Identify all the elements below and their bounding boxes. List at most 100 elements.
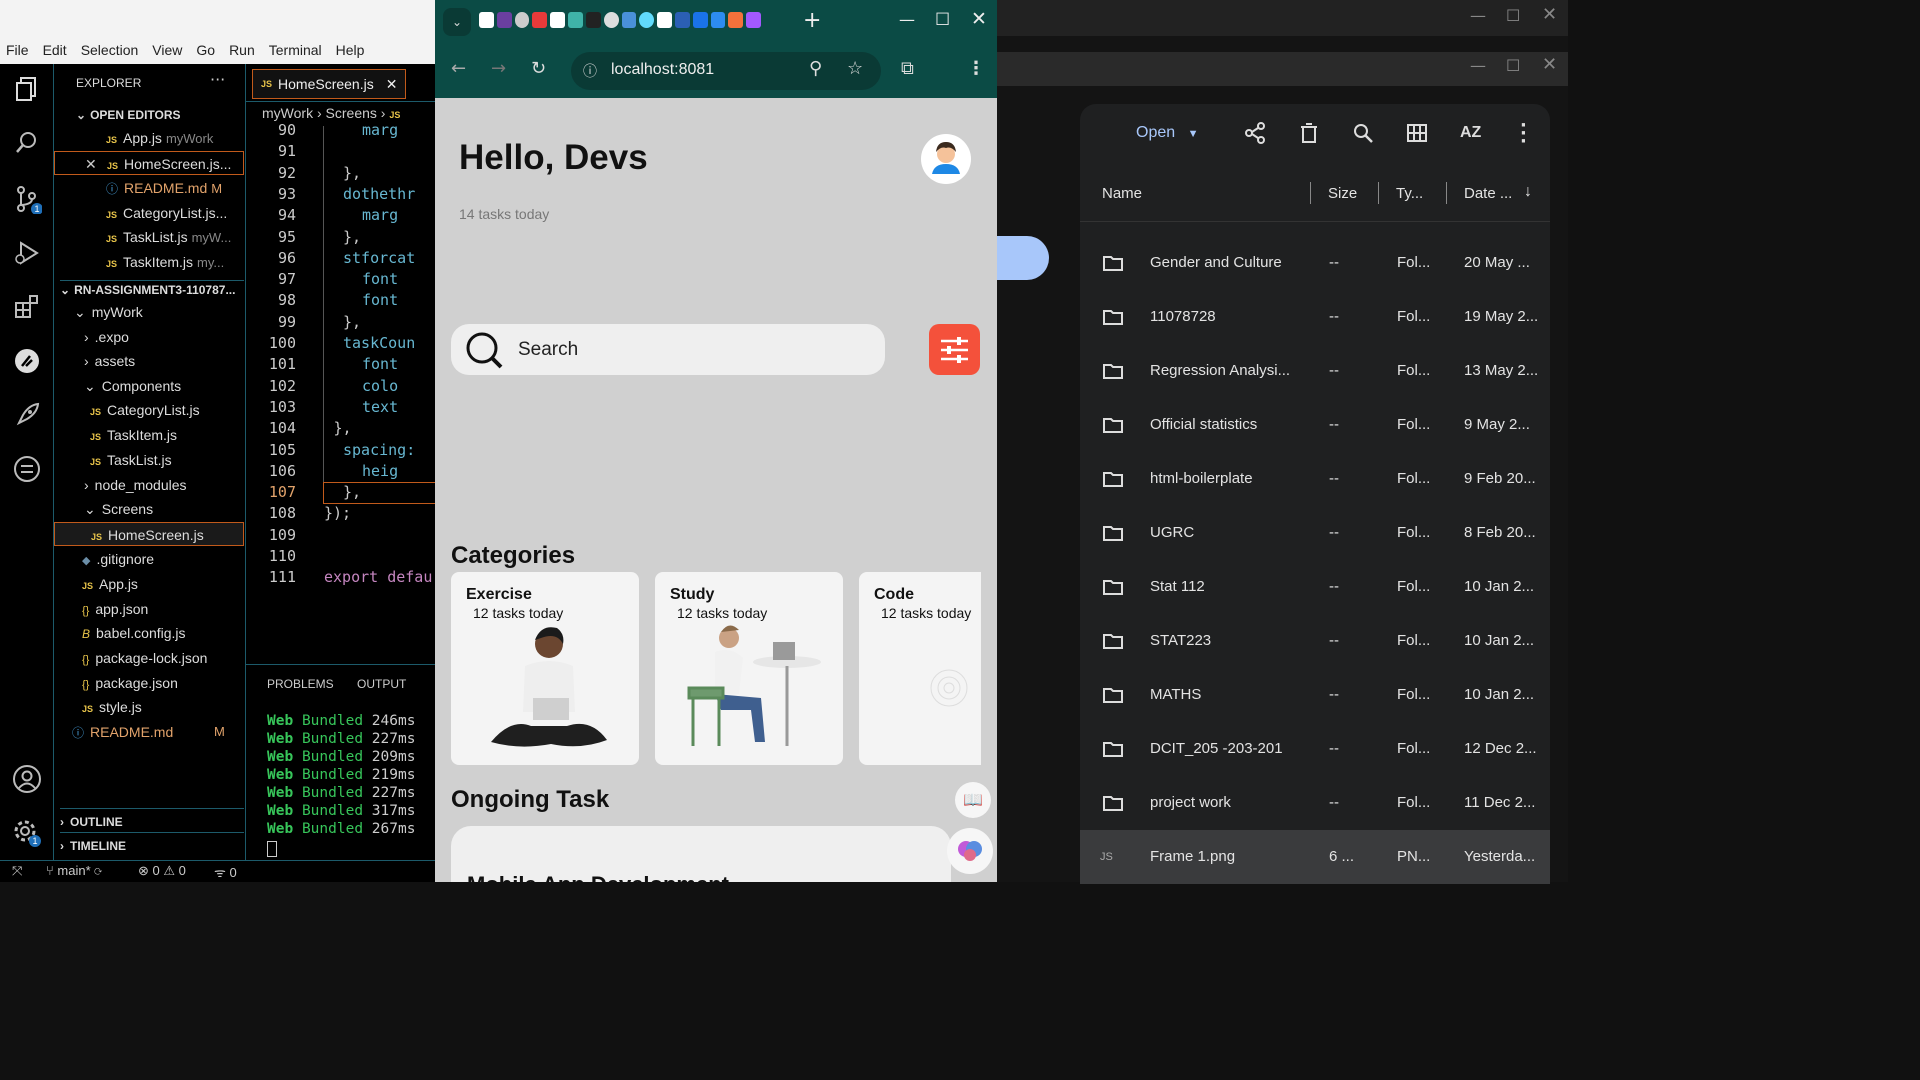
tab-favicon-icon[interactable] [746, 12, 761, 28]
tab-favicon-icon[interactable] [639, 12, 655, 28]
tab-search-icon[interactable]: ⌄ [443, 8, 471, 36]
search-input[interactable]: Search [518, 339, 578, 361]
settings-gear-icon[interactable]: 1 [10, 816, 44, 850]
close-icon[interactable]: ✕ [85, 152, 97, 174]
close-icon[interactable]: ✕ [1542, 4, 1557, 25]
project-header[interactable]: ⌄ RN-ASSIGNMENT3-110787... [60, 280, 244, 297]
menu-edit[interactable]: Edit [43, 42, 67, 58]
open-editor-item[interactable]: ⓘ README.md M [54, 176, 244, 200]
ports-status[interactable]: ᯤ 0 [214, 863, 237, 881]
search-bar[interactable]: Search [451, 324, 885, 375]
branch-status[interactable]: ⑂ main* ⟳ [46, 863, 102, 878]
menu-file[interactable]: File [6, 42, 29, 58]
ai-assistant-button[interactable] [947, 828, 993, 874]
folder-assets[interactable]: › assets [54, 349, 244, 373]
open-editor-item[interactable]: JS CategoryList.js... [54, 201, 244, 225]
folder-node-modules[interactable]: › node_modules [54, 473, 244, 497]
breadcrumb-item[interactable]: Screens [326, 105, 377, 121]
file-tasklist[interactable]: JS TaskList.js [54, 448, 244, 472]
grid-view-icon[interactable] [1406, 122, 1428, 148]
open-editors-header[interactable]: ⌄ OPEN EDITORS [76, 108, 181, 122]
file-gitignore[interactable]: ◆ .gitignore [54, 547, 244, 571]
tab-homescreen[interactable]: JS HomeScreen.js ✕ [252, 69, 406, 99]
delete-icon[interactable] [1298, 122, 1320, 148]
file-babel[interactable]: Bbabel.config.js [54, 621, 244, 645]
timeline-header[interactable]: › TIMELINE [60, 832, 244, 853]
tab-favicon-icon[interactable] [674, 12, 690, 28]
share-icon[interactable] [1244, 122, 1266, 148]
open-editor-item[interactable]: JS App.js myWork [54, 126, 244, 150]
file-homescreen-active[interactable]: JS HomeScreen.js [54, 522, 244, 546]
folder-row[interactable]: DCIT_205 -203-201 -- Fol... 12 Dec 2... [1080, 722, 1550, 776]
col-type[interactable]: Ty... [1396, 185, 1423, 202]
tab-problems[interactable]: PROBLEMS [267, 677, 334, 691]
reading-mode-icon[interactable]: 📖 [955, 782, 991, 818]
folder-components[interactable]: ⌄ Components [54, 374, 244, 398]
folder-row[interactable]: UGRC -- Fol... 8 Feb 20... [1080, 506, 1550, 560]
tab-favicon-icon[interactable] [728, 12, 744, 28]
category-card-study[interactable]: Study 12 tasks today [655, 572, 843, 765]
col-divider[interactable] [1310, 182, 1311, 204]
tab-output[interactable]: OUTPUT [357, 677, 406, 691]
close-tab-icon[interactable]: ✕ [386, 76, 398, 93]
tab-favicon-icon[interactable] [710, 12, 726, 28]
filter-button[interactable] [929, 324, 980, 375]
breadcrumb-item[interactable]: myWork [262, 105, 313, 121]
new-tab-icon[interactable]: + [803, 8, 821, 33]
menu-terminal[interactable]: Terminal [269, 42, 322, 58]
folder-row[interactable]: Official statistics -- Fol... 9 May 2... [1080, 398, 1550, 452]
category-card-code[interactable]: Code 12 tasks today [859, 572, 981, 765]
open-editor-item-active[interactable]: ✕ JS HomeScreen.js... [54, 151, 244, 175]
zoom-icon[interactable]: ⚲ [809, 58, 822, 79]
open-editor-item[interactable]: JS TaskItem.js my... [54, 250, 244, 274]
file-readme[interactable]: ⓘ README.md M [54, 720, 244, 744]
avatar[interactable] [921, 134, 971, 184]
sort-arrow-down-icon[interactable]: ↓ [1524, 183, 1532, 201]
tab-favicon-icon[interactable] [496, 12, 512, 28]
extensions-icon[interactable] [10, 290, 44, 324]
address-bar[interactable]: ⓘ localhost:8081 ⚲ ☆ [571, 52, 881, 90]
folder-row[interactable]: project work -- Fol... 11 Dec 2... [1080, 776, 1550, 830]
tab-favicon-icon[interactable] [657, 12, 672, 28]
file-package[interactable]: {} package.json [54, 671, 244, 695]
account-icon[interactable] [10, 762, 44, 796]
tab-favicon-icon[interactable] [603, 12, 619, 28]
col-size[interactable]: Size [1328, 185, 1357, 202]
folder-mywork[interactable]: ⌄ myWork [54, 300, 244, 324]
tab-favicon-icon[interactable] [621, 12, 637, 28]
close-icon[interactable]: ✕ [1542, 54, 1557, 75]
live-share-icon[interactable] [10, 452, 44, 486]
menu-go[interactable]: Go [196, 42, 215, 58]
file-appjson[interactable]: {} app.json [54, 597, 244, 621]
minimize-icon[interactable]: — [1470, 56, 1486, 75]
problems-status[interactable]: ⊗ 0 ⚠ 0 [138, 863, 186, 879]
explorer-icon[interactable] [10, 72, 44, 106]
source-control-icon[interactable]: 1 [10, 182, 44, 216]
col-divider[interactable] [1378, 182, 1379, 204]
ongoing-task-card[interactable]: Mobile App Development [451, 826, 951, 882]
file-categorylist[interactable]: JS CategoryList.js [54, 398, 244, 422]
tab-favicon-icon[interactable] [532, 12, 548, 28]
file-appjs[interactable]: JS App.js [54, 572, 244, 596]
tab-favicon-icon[interactable] [514, 12, 530, 28]
folder-row[interactable]: STAT223 -- Fol... 10 Jan 2... [1080, 614, 1550, 668]
remote-icon[interactable]: ⤧ [12, 863, 22, 879]
forward-icon[interactable]: → [491, 58, 506, 79]
rocket-icon[interactable] [10, 398, 44, 432]
category-card-exercise[interactable]: Exercise 12 tasks today [451, 572, 639, 765]
file-style[interactable]: JS style.js [54, 695, 244, 719]
menu-help[interactable]: Help [336, 42, 365, 58]
run-debug-icon[interactable] [10, 236, 44, 270]
maximize-icon[interactable]: ☐ [935, 10, 950, 30]
open-editor-item[interactable]: JS TaskList.js myW... [54, 225, 244, 249]
reload-icon[interactable]: ↻ [531, 58, 546, 79]
close-icon[interactable]: ✕ [971, 8, 987, 30]
folder-row[interactable]: 11078728 -- Fol... 19 May 2... [1080, 290, 1550, 344]
menu-view[interactable]: View [152, 42, 182, 58]
file-package-lock[interactable]: {} package-lock.json [54, 646, 244, 670]
remote-explorer-icon[interactable] [10, 344, 44, 378]
folder-row[interactable]: html-boilerplate -- Fol... 9 Feb 20... [1080, 452, 1550, 506]
tab-favicon-icon[interactable] [568, 12, 583, 28]
col-divider[interactable] [1446, 182, 1447, 204]
more-actions-icon[interactable]: ··· [210, 70, 225, 89]
